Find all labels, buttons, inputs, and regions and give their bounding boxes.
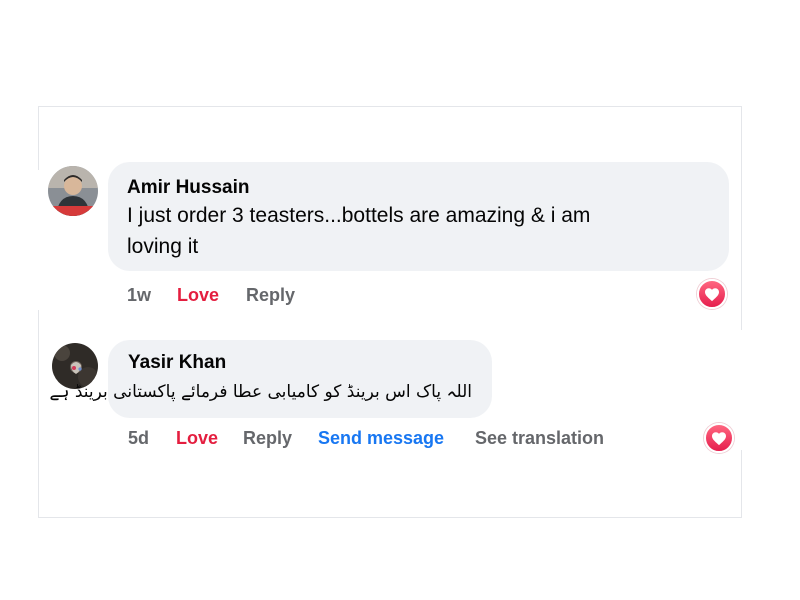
love-button[interactable]: Love: [177, 285, 219, 306]
heart-icon: [705, 287, 719, 301]
love-button[interactable]: Love: [176, 428, 218, 449]
reaction-badge[interactable]: [697, 279, 727, 309]
comment-text: اللہ پاک اس برینڈ کو کامیابی عطا فرمائے …: [49, 382, 472, 402]
comment-text-line-2: loving it: [127, 235, 199, 258]
comment-author[interactable]: Amir Hussain: [127, 177, 249, 199]
reply-button[interactable]: Reply: [246, 285, 295, 306]
reply-button[interactable]: Reply: [243, 428, 292, 449]
page: Amir Hussain I just order 3 teasters...b…: [0, 0, 800, 600]
comment-timestamp[interactable]: 1w: [127, 285, 151, 306]
reaction-badge[interactable]: [704, 423, 734, 453]
avatar[interactable]: [48, 166, 98, 216]
comment-author[interactable]: Yasir Khan: [128, 352, 226, 374]
heart-icon: [712, 431, 726, 445]
send-message-button[interactable]: Send message: [318, 428, 444, 449]
frame-gap-right: [740, 330, 744, 450]
frame-gap-left: [36, 170, 40, 310]
see-translation-button[interactable]: See translation: [475, 428, 604, 449]
comment-timestamp[interactable]: 5d: [128, 428, 149, 449]
comment-text-line-1: I just order 3 teasters...bottels are am…: [127, 204, 591, 227]
